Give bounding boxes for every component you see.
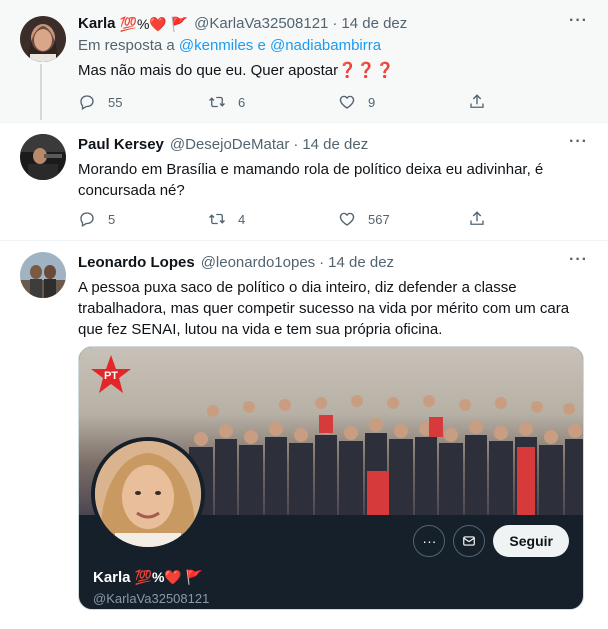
tweet-actions: 5 4 567 xyxy=(78,210,518,228)
avatar-leonardo-lopes[interactable] xyxy=(20,252,66,298)
tweet-date[interactable]: 14 de dez xyxy=(328,253,394,273)
reply-icon xyxy=(80,212,94,227)
retweet-button[interactable]: 6 xyxy=(208,93,338,111)
tweet-date[interactable]: 14 de dez xyxy=(302,135,368,155)
retweet-icon[interactable] xyxy=(188,619,298,629)
like-icon xyxy=(339,212,355,226)
like-icon xyxy=(339,95,355,109)
avatar-paul-kersey[interactable] xyxy=(20,134,66,180)
retweet-icon xyxy=(209,213,225,225)
retweet-count: 4 xyxy=(238,211,246,227)
card-profile-name: Karla 💯%❤️ 🚩 xyxy=(93,569,203,586)
divider xyxy=(0,240,608,241)
tweet-content-leonardo: Leonardo Lopes @leonardo1opes · 14 de de… xyxy=(78,251,588,340)
tweet-header: Paul Kersey @DesejoDeMatar · 14 de dez xyxy=(78,135,588,155)
author-name[interactable]: Karla xyxy=(78,14,116,34)
reply-count: 5 xyxy=(108,211,116,227)
message-icon[interactable] xyxy=(453,525,486,557)
tweet-text: Morando em Brasília e mamando rola de po… xyxy=(78,161,544,199)
card-name-emoji: 💯%❤️ 🚩 xyxy=(134,569,204,585)
crowd-photo xyxy=(189,395,583,515)
tweet-header: Karla 💯%❤️ 🚩 @KarlaVa32508121 · 14 de de… xyxy=(78,14,588,34)
reply-icon[interactable] xyxy=(78,619,188,629)
more-icon[interactable]: ··· xyxy=(569,12,588,30)
more-icon[interactable]: ··· xyxy=(569,133,588,151)
tweet-text: Mas não mais do que eu. Quer apostar❓❓❓ xyxy=(78,60,588,81)
reply-button[interactable]: 5 xyxy=(78,210,208,228)
reply-to: Em resposta a @kenmiles e @nadiabambirra xyxy=(78,36,588,56)
avatar-karla[interactable] xyxy=(20,16,66,62)
tweet-text: A pessoa puxa saco de político o dia int… xyxy=(78,279,570,338)
share-button[interactable] xyxy=(468,210,498,228)
share-button[interactable] xyxy=(468,93,498,111)
thread-line xyxy=(40,64,42,120)
pt-logo-text: PT xyxy=(104,370,118,382)
author-name[interactable]: Paul Kersey xyxy=(78,135,164,155)
share-icon xyxy=(470,94,484,108)
separator-dot: · xyxy=(293,136,299,153)
reply-prefix: Em resposta a xyxy=(78,37,175,54)
name-emoji: 💯%❤️ 🚩 xyxy=(119,16,189,32)
retweet-button[interactable]: 4 xyxy=(208,210,338,228)
author-handle[interactable]: @leonardo1opes xyxy=(201,253,315,273)
author-handle[interactable]: @KarlaVa32508121 xyxy=(194,14,328,34)
card-more-icon[interactable]: ··· xyxy=(413,525,446,557)
retweet-icon xyxy=(209,96,225,108)
tweet-header: Leonardo Lopes @leonardo1opes · 14 de de… xyxy=(78,253,588,273)
follow-button[interactable]: Seguir xyxy=(493,525,569,557)
like-icon[interactable] xyxy=(298,619,408,629)
author-name[interactable]: Leonardo Lopes xyxy=(78,253,195,273)
tweet-actions-partial xyxy=(78,619,518,629)
card-profile-avatar xyxy=(91,437,205,551)
pt-star-logo: PT xyxy=(91,355,131,393)
tweet-date[interactable]: 14 de dez xyxy=(341,14,407,34)
reply-icon xyxy=(80,95,94,110)
tweet-actions: 55 6 9 xyxy=(78,93,518,111)
tweet-content-paul: Paul Kersey @DesejoDeMatar · 14 de dez ·… xyxy=(78,133,588,201)
tweet-content-karla: Karla 💯%❤️ 🚩 @KarlaVa32508121 · 14 de de… xyxy=(78,12,588,81)
profile-card-image[interactable]: PT ··· Seguir Karla 💯%❤️ 🚩 @KarlaVa32508… xyxy=(78,346,584,610)
divider xyxy=(0,122,608,123)
reply-button[interactable]: 55 xyxy=(78,93,208,111)
like-count: 9 xyxy=(368,94,376,110)
tweet-text-body: Mas não mais do que eu. Quer apostar xyxy=(78,62,339,79)
reply-users-link[interactable]: @kenmiles e @nadiabambirra xyxy=(179,37,381,54)
card-profile-handle: @KarlaVa32508121 xyxy=(93,591,210,606)
retweet-count: 6 xyxy=(238,94,246,110)
card-actions: ··· Seguir xyxy=(413,525,569,557)
separator-dot: · xyxy=(332,15,338,32)
more-icon[interactable]: ··· xyxy=(569,251,588,269)
separator-dot: · xyxy=(319,254,325,271)
like-count: 567 xyxy=(368,211,390,227)
question-emoji: ❓❓❓ xyxy=(338,62,395,79)
share-icon xyxy=(470,211,484,225)
share-icon[interactable] xyxy=(408,619,518,629)
reply-count: 55 xyxy=(108,94,123,110)
like-button[interactable]: 567 xyxy=(338,210,468,228)
like-button[interactable]: 9 xyxy=(338,93,468,111)
author-handle[interactable]: @DesejoDeMatar xyxy=(170,135,289,155)
card-name-text: Karla xyxy=(93,569,131,586)
